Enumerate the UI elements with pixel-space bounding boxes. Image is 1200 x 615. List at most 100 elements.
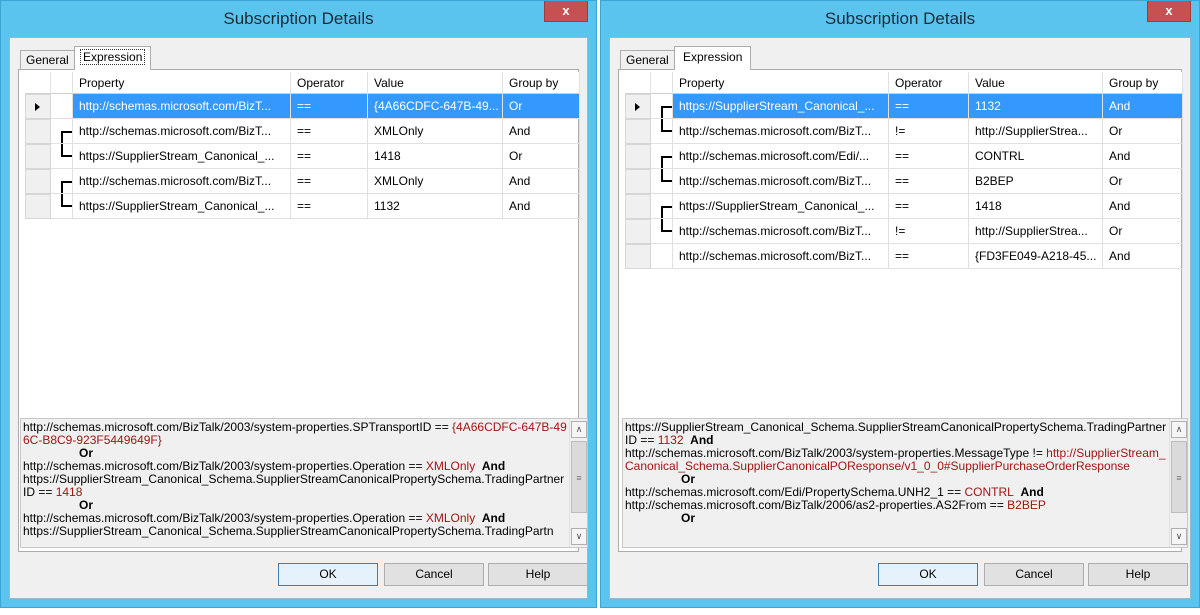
value-cell[interactable]: http://SupplierStrea... — [969, 219, 1103, 244]
operator-cell[interactable]: == — [889, 169, 969, 194]
value-cell[interactable]: XMLOnly — [368, 169, 503, 194]
row-header[interactable] — [625, 94, 651, 119]
group-by-cell[interactable]: Or — [1103, 119, 1183, 144]
row-header[interactable] — [625, 144, 651, 169]
group-by-cell[interactable]: And — [503, 194, 580, 219]
expression-text-box[interactable]: https://SupplierStream_Canonical_Schema.… — [622, 418, 1188, 548]
group-by-cell[interactable]: Or — [1103, 169, 1183, 194]
cancel-button[interactable]: Cancel — [384, 563, 484, 586]
property-cell[interactable]: http://schemas.microsoft.com/BizT... — [73, 119, 291, 144]
group-by-cell[interactable]: Or — [1103, 219, 1183, 244]
table-row[interactable]: https://SupplierStream_Canonical_... == … — [25, 144, 580, 169]
operator-cell[interactable]: != — [889, 219, 969, 244]
group-by-cell[interactable]: And — [1103, 244, 1183, 269]
vertical-scrollbar[interactable]: ∧ ≡ ∨ — [1169, 419, 1187, 547]
row-header[interactable] — [25, 194, 51, 219]
group-by-cell[interactable]: And — [503, 169, 580, 194]
property-cell[interactable]: http://schemas.microsoft.com/BizT... — [73, 169, 291, 194]
column-header-value[interactable]: Value — [969, 72, 1103, 94]
table-row[interactable]: http://schemas.microsoft.com/BizT... != … — [625, 219, 1183, 244]
property-cell[interactable]: https://SupplierStream_Canonical_... — [673, 194, 889, 219]
tab-expression[interactable]: Expression — [74, 46, 152, 70]
value-cell[interactable]: 1418 — [969, 194, 1103, 219]
scroll-up-icon[interactable]: ∧ — [1171, 421, 1187, 438]
table-row[interactable]: https://SupplierStream_Canonical_... == … — [625, 94, 1183, 119]
value-cell[interactable]: 1418 — [368, 144, 503, 169]
group-by-cell[interactable]: And — [1103, 194, 1183, 219]
close-button[interactable]: x — [544, 1, 588, 22]
group-by-cell[interactable]: And — [503, 119, 580, 144]
scroll-down-icon[interactable]: ∨ — [1171, 528, 1187, 545]
property-cell[interactable]: https://SupplierStream_Canonical_... — [73, 144, 291, 169]
title-bar[interactable]: Subscription Details x — [601, 1, 1199, 37]
row-header[interactable] — [625, 219, 651, 244]
row-header[interactable] — [25, 144, 51, 169]
scroll-thumb[interactable]: ≡ — [571, 441, 587, 513]
operator-cell[interactable]: == — [291, 169, 368, 194]
value-cell[interactable]: {4A66CDFC-647B-49... — [368, 94, 503, 119]
operator-cell[interactable]: == — [291, 119, 368, 144]
property-cell[interactable]: http://schemas.microsoft.com/BizT... — [73, 94, 291, 119]
column-header-value[interactable]: Value — [368, 72, 503, 94]
column-header-operator[interactable]: Operator — [291, 72, 368, 94]
column-header-group-by[interactable]: Group by — [1103, 72, 1183, 94]
value-cell[interactable]: B2BEP — [969, 169, 1103, 194]
row-header[interactable] — [625, 194, 651, 219]
table-row[interactable]: https://SupplierStream_Canonical_... == … — [25, 194, 580, 219]
operator-cell[interactable]: == — [889, 244, 969, 269]
group-by-cell[interactable]: Or — [503, 94, 580, 119]
operator-cell[interactable]: == — [889, 94, 969, 119]
column-header-property[interactable]: Property — [73, 72, 291, 94]
tab-general[interactable]: General — [620, 50, 675, 70]
value-cell[interactable]: {FD3FE049-A218-45... — [969, 244, 1103, 269]
operator-cell[interactable]: != — [889, 119, 969, 144]
column-header-group-by[interactable]: Group by — [503, 72, 580, 94]
property-cell[interactable]: https://SupplierStream_Canonical_... — [73, 194, 291, 219]
group-by-cell[interactable]: And — [1103, 144, 1183, 169]
table-row[interactable]: http://schemas.microsoft.com/BizT... == … — [25, 94, 580, 119]
property-cell[interactable]: http://schemas.microsoft.com/BizT... — [673, 244, 889, 269]
table-row[interactable]: http://schemas.microsoft.com/BizT... != … — [625, 119, 1183, 144]
value-cell[interactable]: 1132 — [969, 94, 1103, 119]
expression-text-box[interactable]: http://schemas.microsoft.com/BizTalk/200… — [20, 418, 588, 548]
help-button[interactable]: Help — [488, 563, 588, 586]
ok-button[interactable]: OK — [278, 563, 378, 586]
property-cell[interactable]: http://schemas.microsoft.com/Edi/... — [673, 144, 889, 169]
operator-cell[interactable]: == — [291, 194, 368, 219]
scroll-down-icon[interactable]: ∨ — [571, 528, 587, 545]
row-header[interactable] — [25, 119, 51, 144]
cancel-button[interactable]: Cancel — [984, 563, 1084, 586]
operator-cell[interactable]: == — [889, 194, 969, 219]
property-cell[interactable]: https://SupplierStream_Canonical_... — [673, 94, 889, 119]
row-header[interactable] — [625, 119, 651, 144]
ok-button[interactable]: OK — [878, 563, 978, 586]
property-cell[interactable]: http://schemas.microsoft.com/BizT... — [673, 219, 889, 244]
table-row[interactable]: http://schemas.microsoft.com/BizT... == … — [25, 119, 580, 144]
row-header[interactable] — [25, 169, 51, 194]
column-header-property[interactable]: Property — [673, 72, 889, 94]
tab-general[interactable]: General — [20, 50, 75, 70]
vertical-scrollbar[interactable]: ∧ ≡ ∨ — [569, 419, 587, 547]
table-row[interactable]: https://SupplierStream_Canonical_... == … — [625, 194, 1183, 219]
row-header[interactable] — [625, 244, 651, 269]
row-header[interactable] — [25, 94, 51, 119]
operator-cell[interactable]: == — [291, 94, 368, 119]
help-button[interactable]: Help — [1088, 563, 1188, 586]
table-row[interactable]: http://schemas.microsoft.com/BizT... == … — [625, 244, 1183, 269]
row-header[interactable] — [625, 169, 651, 194]
value-cell[interactable]: http://SupplierStrea... — [969, 119, 1103, 144]
operator-cell[interactable]: == — [291, 144, 368, 169]
table-row[interactable]: http://schemas.microsoft.com/BizT... == … — [25, 169, 580, 194]
table-row[interactable]: http://schemas.microsoft.com/BizT... == … — [625, 169, 1183, 194]
close-button[interactable]: x — [1147, 1, 1191, 22]
operator-cell[interactable]: == — [889, 144, 969, 169]
property-cell[interactable]: http://schemas.microsoft.com/BizT... — [673, 169, 889, 194]
table-row[interactable]: http://schemas.microsoft.com/Edi/... == … — [625, 144, 1183, 169]
value-cell[interactable]: 1132 — [368, 194, 503, 219]
group-by-cell[interactable]: Or — [503, 144, 580, 169]
title-bar[interactable]: Subscription Details x — [1, 1, 596, 37]
scroll-thumb[interactable]: ≡ — [1171, 441, 1187, 513]
value-cell[interactable]: XMLOnly — [368, 119, 503, 144]
tab-expression[interactable]: Expression — [674, 46, 752, 70]
scroll-up-icon[interactable]: ∧ — [571, 421, 587, 438]
